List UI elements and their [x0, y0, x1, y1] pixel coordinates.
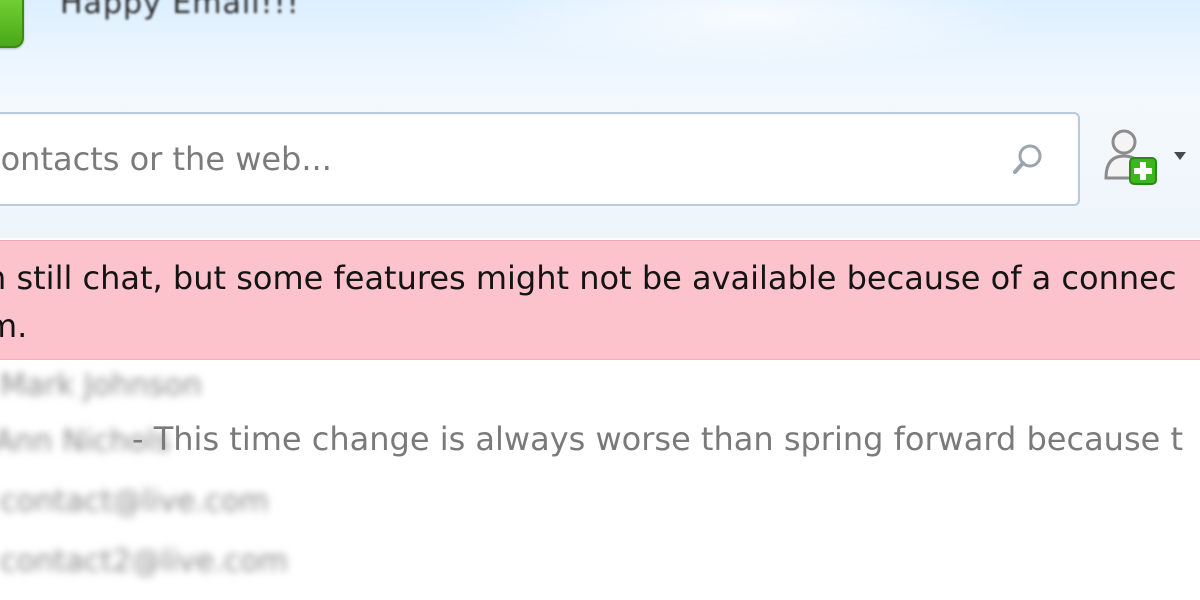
- contact-row[interactable]: Mark Johnson: [0, 360, 1200, 416]
- contact-name: Mark Johnson: [0, 368, 202, 403]
- header-bar: Happy Email!!!: [0, 0, 1200, 97]
- chevron-down-icon[interactable]: [1172, 150, 1188, 162]
- add-contact-button[interactable]: [1100, 126, 1200, 186]
- status-title[interactable]: Happy Email!!!: [60, 0, 300, 21]
- warning-text-line-2: m.: [0, 307, 28, 345]
- messenger-window: Happy Email!!! contacts or the web... n …: [0, 0, 1200, 600]
- header-glow: [470, 0, 1030, 70]
- connection-warning-banner: n still chat, but some features might no…: [0, 240, 1200, 360]
- contact-name: contact@live.com: [0, 484, 269, 519]
- contact-row[interactable]: Ann Nichols - This time change is always…: [0, 416, 1200, 472]
- contact-row[interactable]: contact2@live.com: [0, 536, 1200, 592]
- contact-row[interactable]: contact@live.com: [0, 476, 1200, 532]
- search-input[interactable]: [0, 114, 972, 204]
- messenger-logo-icon: [0, 0, 24, 48]
- search-row: [0, 96, 1200, 238]
- contact-name: contact2@live.com: [0, 544, 288, 579]
- warning-text-line-1: n still chat, but some features might no…: [0, 259, 1177, 297]
- search-box[interactable]: [0, 112, 1080, 206]
- contact-list: Mark Johnson Ann Nichols - This time cha…: [0, 360, 1200, 600]
- contact-mood-message: - This time change is always worse than …: [132, 420, 1184, 458]
- add-contact-icon: [1104, 129, 1157, 185]
- search-icon[interactable]: [1010, 142, 1046, 178]
